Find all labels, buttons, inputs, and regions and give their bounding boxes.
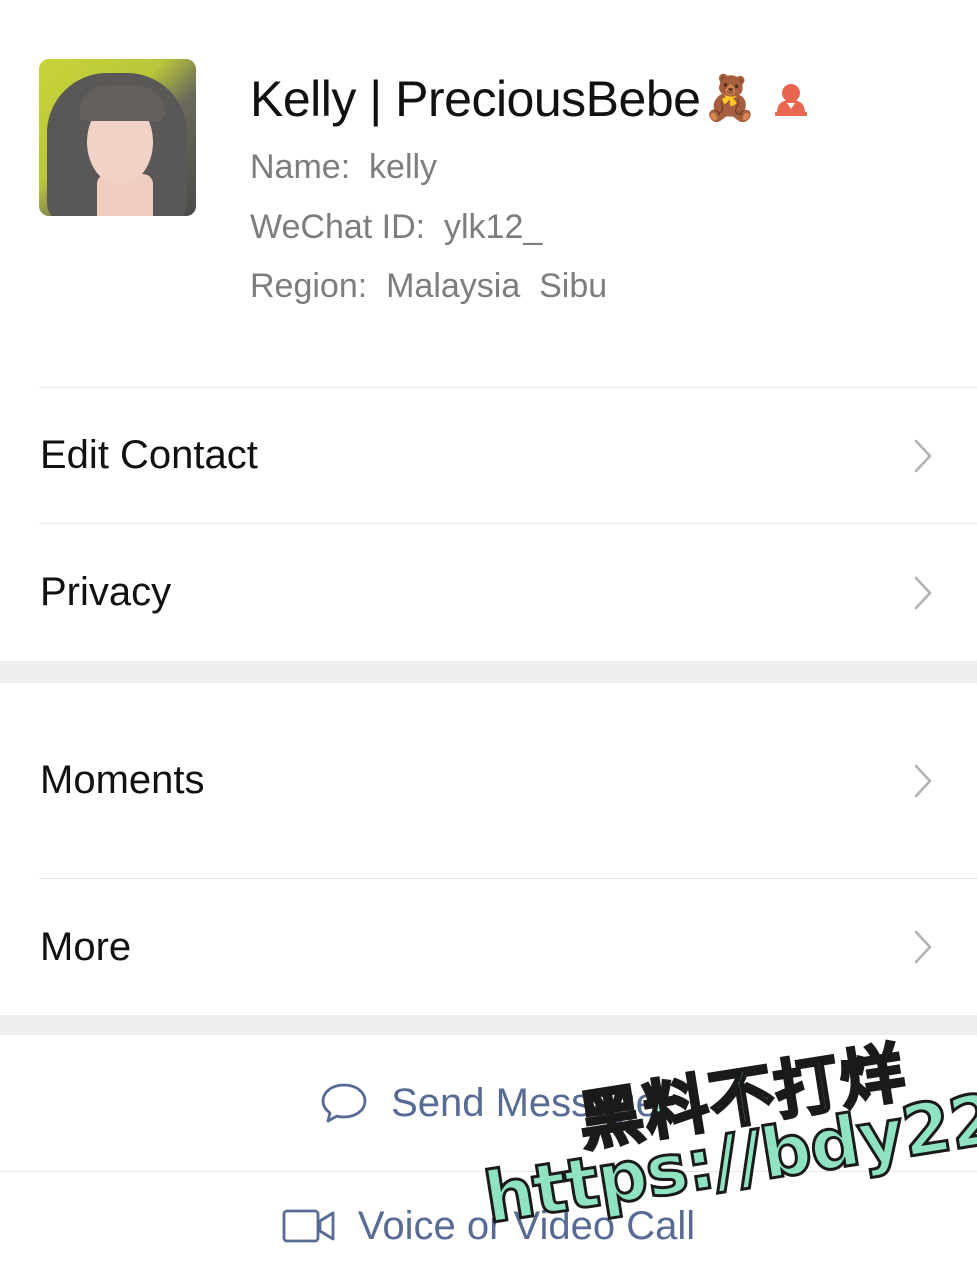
privacy-label: Privacy [40, 570, 172, 614]
more-row[interactable]: More [0, 879, 977, 1015]
display-name-row: Kelly | PreciousBebe 🧸 [250, 68, 811, 130]
profile-header: Kelly | PreciousBebe 🧸 Name: kelly WeCha… [0, 0, 977, 388]
moments-row[interactable]: Moments [0, 683, 977, 878]
wechat-id: WeChat ID: ylk12_ [250, 208, 543, 246]
edit-contact-row[interactable]: Edit Contact [0, 388, 977, 523]
privacy-row[interactable]: Privacy [0, 524, 977, 661]
section-gap [0, 661, 977, 683]
moments-label: Moments [40, 758, 205, 802]
avatar-bangs [79, 85, 165, 121]
chevron-right-icon [914, 576, 932, 609]
display-name: Kelly | PreciousBebe [250, 71, 701, 127]
chevron-right-icon [914, 930, 932, 964]
edit-contact-label: Edit Contact [40, 433, 258, 477]
send-message-button[interactable]: Send Message [0, 1035, 977, 1171]
voice-video-call-button[interactable]: Voice or Video Call [0, 1172, 977, 1280]
voice-video-call-label: Voice or Video Call [357, 1203, 696, 1248]
contact-name: Name: kelly [250, 148, 438, 186]
more-label: More [40, 924, 132, 969]
region: Region: Malaysia Sibu [250, 267, 608, 305]
avatar[interactable] [39, 59, 196, 216]
send-message-label: Send Message [391, 1080, 658, 1125]
chevron-right-icon [914, 764, 932, 797]
female-icon [775, 84, 808, 116]
video-camera-icon [282, 1209, 335, 1243]
chat-bubble-icon [321, 1083, 367, 1123]
section-gap [0, 1015, 977, 1035]
chevron-right-icon [914, 439, 932, 472]
teddy-bear-emoji: 🧸 [702, 74, 758, 123]
